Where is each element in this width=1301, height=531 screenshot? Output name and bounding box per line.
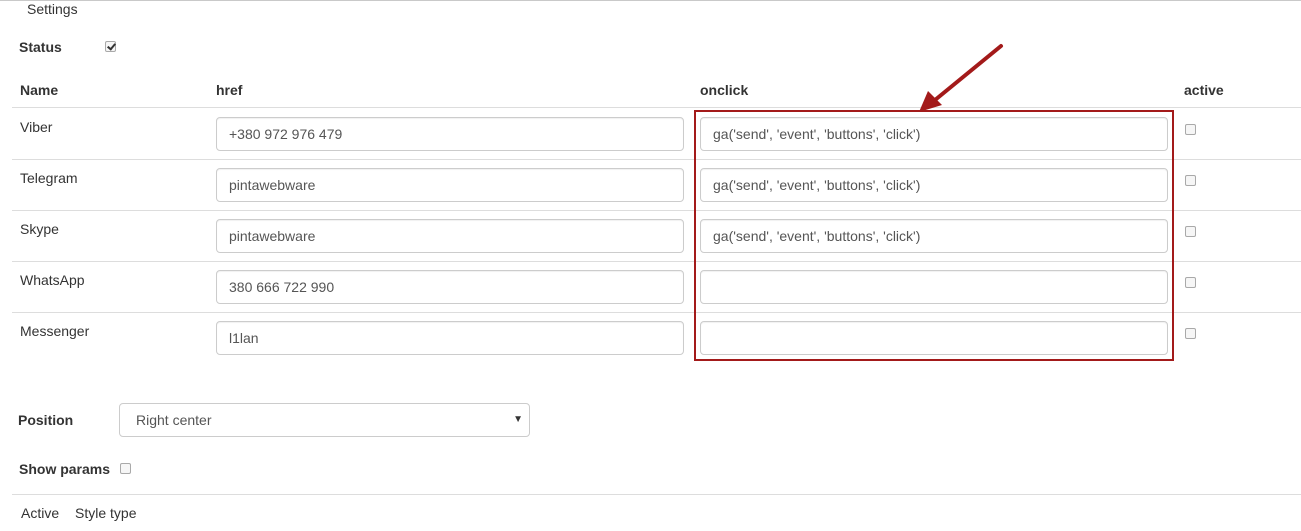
tab-style-type[interactable]: Style type	[75, 505, 136, 521]
position-label: Position	[18, 412, 74, 428]
section-divider	[12, 494, 1301, 495]
show-params-checkbox[interactable]	[120, 463, 131, 474]
annotation-arrow-icon	[919, 44, 1003, 112]
show-params-label: Show params	[19, 461, 111, 477]
position-select[interactable]: Right center ▼	[119, 403, 530, 437]
position-select-value: Right center	[136, 412, 212, 428]
dropdown-caret-icon: ▼	[513, 414, 523, 425]
tab-active[interactable]: Active	[21, 505, 59, 521]
